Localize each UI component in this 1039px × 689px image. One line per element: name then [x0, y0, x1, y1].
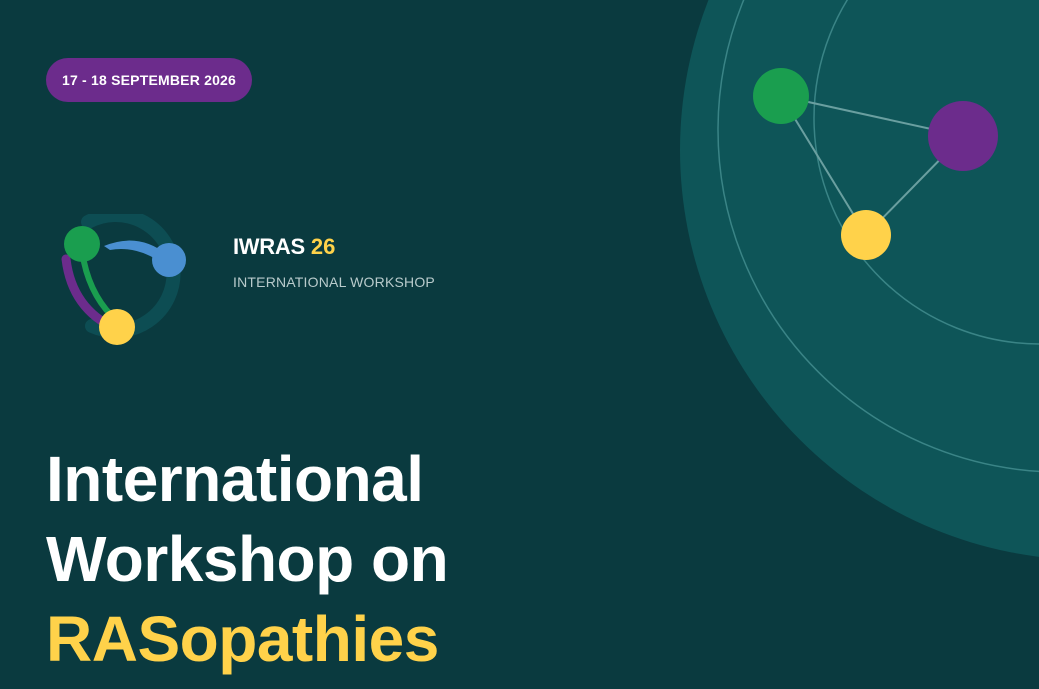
green-node	[753, 68, 809, 124]
date-badge: 17 - 18 SEPTEMBER 2026	[46, 58, 253, 102]
brand-year: 26	[310, 234, 336, 259]
title-line-2: Workshop on	[46, 523, 449, 595]
iwras-logo-icon	[61, 214, 186, 345]
yellow-node	[841, 210, 891, 260]
title-line-1: International	[46, 443, 424, 515]
purple-node	[928, 101, 998, 171]
brand-subtitle: INTERNATIONAL WORKSHOP	[233, 274, 435, 290]
title-line-3: RASopathies	[46, 603, 439, 675]
brand-title: IWRAS 26	[233, 234, 435, 260]
large-circle	[680, 0, 1039, 557]
workshop-banner: 17 - 18 SEPTEMBER 2026 IWRAS 26 INTERNATI…	[0, 0, 1039, 689]
brand-name: IWRAS	[233, 234, 305, 259]
brand-block: IWRAS 26 INTERNATIONAL WORKSHOP	[233, 234, 435, 290]
page-title: International Workshop on RASopathies	[46, 439, 449, 679]
